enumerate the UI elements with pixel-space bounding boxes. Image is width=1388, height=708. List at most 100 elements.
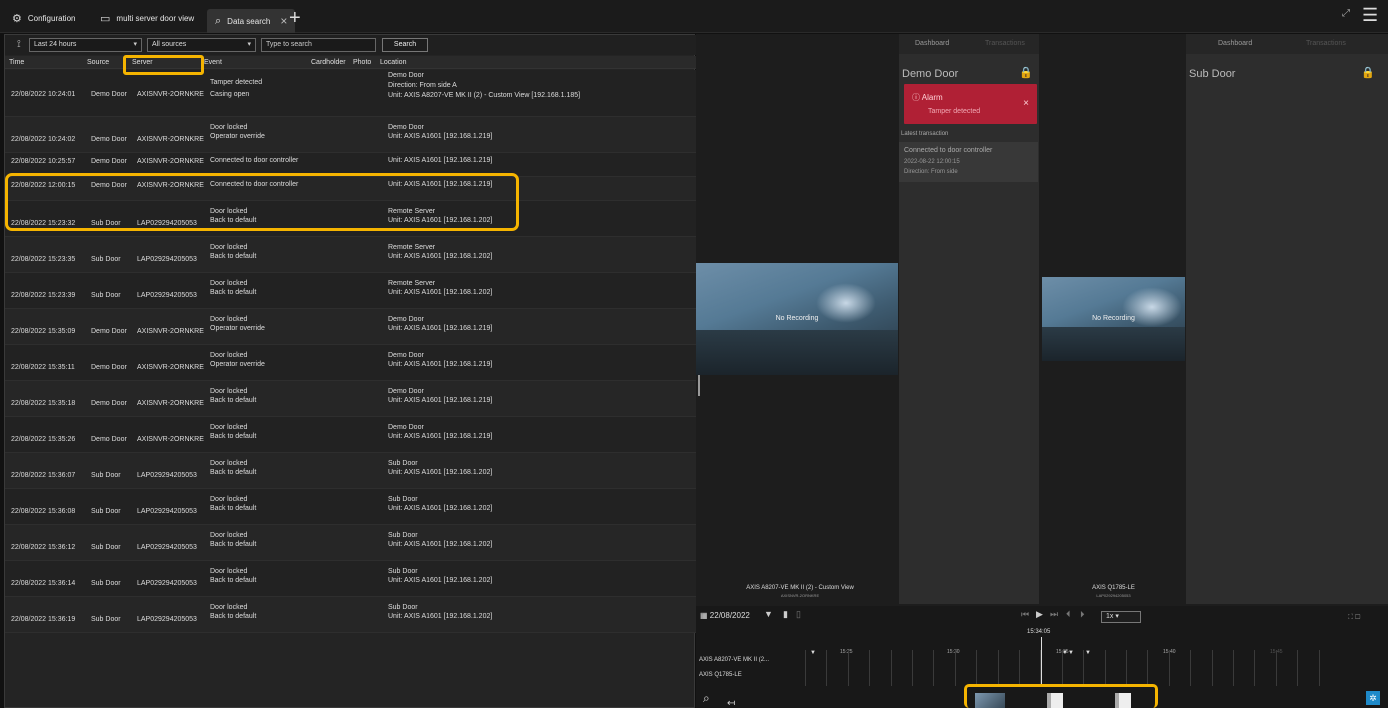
- col-source[interactable]: Source: [87, 59, 109, 66]
- event-marker[interactable]: ▼▼: [1062, 650, 1074, 656]
- search-input[interactable]: Type to search: [261, 38, 376, 52]
- time-range-select[interactable]: Last 24 hours ▾: [29, 38, 142, 52]
- step-back-icon[interactable]: ⏴: [1066, 609, 1071, 620]
- col-location[interactable]: Location: [380, 59, 406, 66]
- close-icon[interactable]: ×: [1023, 98, 1029, 109]
- cell-server: AXISNVR-2ORNKRE: [137, 436, 204, 443]
- cell-event-detail: Operator override: [210, 133, 265, 140]
- cell-event-detail: Back to default: [210, 541, 257, 548]
- cell-event: Door locked: [210, 532, 248, 539]
- source-select[interactable]: All sources ▾: [147, 38, 256, 52]
- tab-dashboard[interactable]: Dashboard: [1218, 40, 1252, 47]
- add-tab-icon[interactable]: +: [289, 7, 301, 30]
- col-photo[interactable]: Photo: [353, 59, 371, 66]
- settings-icon[interactable]: ✲: [1366, 691, 1380, 705]
- col-cardholder[interactable]: Cardholder: [311, 59, 346, 66]
- tab-data-search[interactable]: ⌕ Data search ×: [207, 9, 296, 33]
- back-arrow-icon[interactable]: ↤: [727, 698, 735, 708]
- timeline-gridline: [933, 650, 934, 686]
- table-row[interactable]: 22/08/2022 15:36:12 Sub Door LAP0292942050…: [5, 525, 696, 561]
- table-row[interactable]: 22/08/2022 10:24:02 Demo Door AXISNVR-2ORN…: [5, 117, 696, 153]
- timeline-gridline: [1297, 650, 1298, 686]
- col-time[interactable]: Time: [9, 59, 24, 66]
- calendar-filter-icon[interactable]: ⟟: [17, 39, 21, 50]
- fullscreen-icon[interactable]: ⤢: [1342, 8, 1350, 19]
- tab-transactions[interactable]: Transactions: [1306, 40, 1346, 47]
- filter-bar: ⟟ Last 24 hours ▾ All sources ▾ Type to …: [5, 35, 696, 55]
- event-marker[interactable]: ▼: [810, 650, 816, 656]
- lock-icon: 🔒: [1361, 67, 1375, 79]
- speed-select[interactable]: 1x ▾: [1101, 611, 1141, 623]
- camera-1-video[interactable]: No Recording: [696, 263, 898, 375]
- table-row[interactable]: 22/08/2022 15:36:14 Sub Door LAP0292942050…: [5, 561, 696, 597]
- event-marker[interactable]: ▼: [1085, 650, 1091, 656]
- menu-icon[interactable]: ☰: [1362, 5, 1378, 26]
- filter-icon[interactable]: ▼: [764, 609, 773, 619]
- latest-transaction-card: Connected to door controller 2022-08-22 …: [899, 142, 1038, 182]
- cell-location: Unit: AXIS A1601 [192.168.1.219]: [388, 397, 493, 404]
- skip-back-icon[interactable]: ⏮: [1021, 609, 1029, 620]
- cell-location: Sub Door: [388, 532, 418, 539]
- table-row[interactable]: 22/08/2022 15:23:35 Sub Door LAP0292942050…: [5, 237, 696, 273]
- time-range-value: Last 24 hours: [34, 41, 77, 48]
- camera-2-name: AXIS Q1785-LE: [1092, 585, 1135, 591]
- table-row[interactable]: 22/08/2022 15:35:11 Demo Door AXISNVR-2ORN…: [5, 345, 696, 381]
- play-icon[interactable]: ▶: [1036, 609, 1043, 620]
- cell-source: Sub Door: [91, 292, 121, 299]
- timeline-date[interactable]: ▦ 22/08/2022: [700, 611, 750, 620]
- expand-icon[interactable]: ⛶ ▢: [1348, 614, 1360, 622]
- speed-value: 1x: [1106, 613, 1114, 620]
- tab-dashboard[interactable]: Dashboard: [915, 40, 949, 47]
- camera-2-video[interactable]: No Recording: [1042, 277, 1185, 361]
- cell-location: Unit: AXIS A1601 [192.168.1.202]: [388, 541, 493, 548]
- bookmark-icon[interactable]: ▮: [783, 609, 788, 620]
- latest-transaction-label: Latest transaction: [901, 131, 949, 137]
- table-row[interactable]: 22/08/2022 15:35:26 Demo Door AXISNVR-2ORN…: [5, 417, 696, 453]
- timeline-gridline: [1126, 650, 1127, 686]
- chevron-down-icon: ▾: [133, 41, 137, 48]
- table-row[interactable]: 22/08/2022 15:36:19 Sub Door LAP0292942050…: [5, 597, 696, 633]
- col-event[interactable]: Event: [204, 59, 222, 66]
- timeline-gridline: [912, 650, 913, 686]
- cell-event: Door locked: [210, 604, 248, 611]
- tab-configuration[interactable]: ⚙ Configuration: [4, 8, 83, 28]
- search-icon[interactable]: ⌕: [703, 691, 710, 706]
- lock-icon: 🔒: [1019, 67, 1033, 79]
- timeline-gridline: [848, 650, 849, 686]
- cell-server: LAP029294205053: [137, 292, 197, 299]
- cell-event: Tamper detected: [210, 79, 263, 86]
- alarm-card[interactable]: ⓘ Alarm Tamper detected ×: [904, 84, 1037, 124]
- cell-event: Door locked: [210, 388, 248, 395]
- cell-location: Unit: AXIS A1601 [192.168.1.219]: [388, 325, 493, 332]
- table-row[interactable]: 22/08/2022 10:24:01 Demo Door AXISNVR-2ORN…: [5, 70, 696, 117]
- cell-event: Connected to door controller: [210, 157, 299, 164]
- timeline-gridline: [1319, 650, 1320, 686]
- demo-door-title: Demo Door: [902, 68, 959, 80]
- table-row[interactable]: 22/08/2022 15:36:07 Sub Door LAP0292942050…: [5, 453, 696, 489]
- skip-forward-icon[interactable]: ⏭: [1050, 609, 1058, 620]
- cell-server: AXISNVR-2ORNKRE: [137, 328, 204, 335]
- table-row[interactable]: 22/08/2022 15:23:39 Sub Door LAP0292942050…: [5, 273, 696, 309]
- table-row[interactable]: 22/08/2022 15:36:08 Sub Door LAP0292942050…: [5, 489, 696, 525]
- cell-time: 22/08/2022 15:36:19: [11, 616, 76, 623]
- step-forward-icon[interactable]: ⏵: [1080, 609, 1085, 620]
- table-row[interactable]: 22/08/2022 15:35:09 Demo Door AXISNVR-2ORN…: [5, 309, 696, 345]
- search-button[interactable]: Search: [382, 38, 428, 52]
- tab-transactions[interactable]: Transactions: [985, 40, 1025, 47]
- table-row[interactable]: 22/08/2022 15:35:18 Demo Door AXISNVR-2ORN…: [5, 381, 696, 417]
- track-label-1: AXIS A8207-VE MK II (2...: [699, 657, 770, 663]
- alarm-title: Alarm: [921, 93, 943, 102]
- cell-location: Demo Door: [388, 424, 424, 431]
- cell-server: AXISNVR-2ORNKRE: [137, 364, 204, 371]
- tab-label: Configuration: [27, 13, 76, 23]
- cell-event: Door locked: [210, 568, 248, 575]
- timeline-gridline: [891, 650, 892, 686]
- close-icon[interactable]: ×: [280, 14, 287, 28]
- timeline-gridline: [826, 650, 827, 686]
- export-icon[interactable]: ▯: [796, 609, 801, 620]
- cell-event: Door locked: [210, 460, 248, 467]
- playhead[interactable]: [1041, 637, 1042, 685]
- chevron-down-icon: ▾: [1115, 613, 1119, 620]
- tab-multi-server-door-view[interactable]: ▭ multi server door view: [92, 8, 202, 28]
- tab-label: Data search: [227, 16, 271, 26]
